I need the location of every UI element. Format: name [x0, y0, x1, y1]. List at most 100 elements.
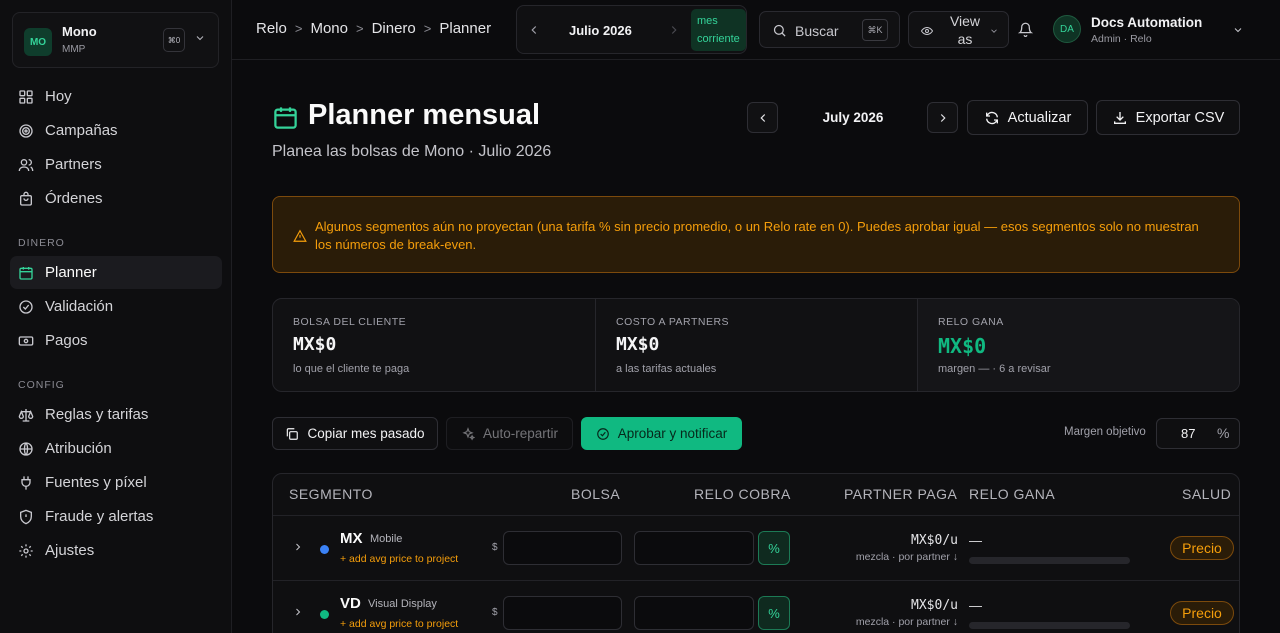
warning-text: Algunos segmentos aún no proyectan (una … — [315, 219, 1199, 252]
nav-item-hoy[interactable]: Hoy — [10, 80, 222, 113]
partner-paga-detail[interactable]: mezcla · por partner ↓ — [856, 551, 958, 563]
chevron-right-icon[interactable] — [292, 541, 304, 553]
relo-gana-value: — — [969, 598, 982, 613]
column-header: SALUD — [1182, 486, 1232, 502]
workspace-avatar: MO — [24, 28, 52, 56]
nav-label: Pagos — [45, 332, 88, 349]
search-icon — [773, 24, 786, 37]
nav-item-partners[interactable]: Partners — [10, 148, 222, 181]
nav-label: Campañas — [45, 122, 118, 139]
page-subtitle: Planea las bolsas de Mono · Julio 2026 — [272, 143, 552, 160]
eye-icon — [921, 26, 933, 36]
column-header: RELO GANA — [969, 486, 1056, 502]
view-as-select[interactable]: View as — [908, 11, 1009, 48]
user-role: Admin · Relo — [1091, 33, 1152, 45]
percent-toggle[interactable]: % — [758, 596, 790, 630]
current-month-line1: mes — [697, 15, 718, 27]
view-as-label: View as — [945, 12, 985, 48]
workspace-name: Mono — [62, 24, 97, 39]
relo-cobra-input[interactable] — [634, 531, 754, 565]
add-avg-price-link[interactable]: + add avg price to project — [340, 553, 458, 565]
relo-gana-value: — — [969, 533, 982, 548]
segment-color-dot — [320, 610, 329, 619]
bell-icon[interactable] — [1018, 22, 1033, 37]
nav-item-reglas[interactable]: Reglas y tarifas — [10, 398, 222, 431]
percent-toggle[interactable]: % — [758, 531, 790, 565]
chevron-left-icon[interactable] — [527, 23, 541, 37]
stat-label: BOLSA DEL CLIENTE — [293, 316, 407, 328]
export-label: Exportar CSV — [1135, 109, 1225, 126]
nav-item-atribucion[interactable]: Atribución — [10, 432, 222, 465]
add-avg-price-link[interactable]: + add avg price to project — [340, 618, 458, 630]
column-header: PARTNER PAGA — [844, 486, 958, 502]
calendar-icon — [19, 266, 33, 280]
nav-item-pagos[interactable]: Pagos — [10, 324, 222, 357]
partner-paga-detail[interactable]: mezcla · por partner ↓ — [856, 616, 958, 628]
nav-item-campanas[interactable]: Campañas — [10, 114, 222, 147]
bolsa-input[interactable] — [503, 596, 622, 630]
search-button[interactable]: Buscar ⌘K — [759, 11, 900, 48]
user-name: Docs Automation — [1091, 15, 1203, 30]
shield-alert-icon — [20, 509, 32, 524]
stat-costo-partners: COSTO A PARTNERS MX$0 a las tarifas actu… — [596, 299, 918, 391]
breadcrumb-item[interactable]: Dinero — [372, 20, 416, 37]
page-title: Planner mensual — [308, 99, 541, 131]
chevron-right-icon[interactable] — [667, 23, 681, 37]
workspace-shortcut: ⌘0 — [163, 28, 185, 52]
relo-cobra-input[interactable] — [634, 596, 754, 630]
plug-icon — [21, 475, 31, 490]
segment-name: Visual Display — [368, 598, 437, 610]
copy-last-month-button[interactable]: Copiar mes pasado — [272, 417, 438, 450]
check-circle-icon — [596, 427, 609, 440]
warning-banner: Algunos segmentos aún no proyectan (una … — [272, 196, 1240, 273]
next-period-button[interactable] — [927, 102, 958, 133]
nav-item-ordenes[interactable]: Órdenes — [10, 182, 222, 215]
refresh-button[interactable]: Actualizar — [967, 100, 1088, 135]
segments-table: SEGMENTO BOLSA RELO COBRA PARTNER PAGA R… — [272, 473, 1240, 633]
stat-label: RELO GANA — [938, 316, 1004, 328]
nav-item-planner[interactable]: Planner — [10, 256, 222, 289]
segment-code: MX — [340, 530, 363, 547]
approve-notify-button[interactable]: Aprobar y notificar — [581, 417, 742, 450]
chevron-right-icon[interactable] — [292, 606, 304, 618]
refresh-icon — [985, 111, 998, 124]
nav-item-ajustes[interactable]: Ajustes — [10, 534, 222, 567]
nav-label: Reglas y tarifas — [45, 406, 149, 423]
prev-period-button[interactable] — [747, 102, 778, 133]
nav-section-config: CONFIG — [18, 379, 65, 391]
current-month-button[interactable]: mes corriente — [691, 9, 746, 51]
month-label: Julio 2026 — [569, 23, 632, 38]
workspace-switcher[interactable]: MO Mono MMP ⌘0 — [12, 12, 219, 68]
search-label: Buscar — [795, 23, 839, 39]
nav-label: Partners — [45, 156, 102, 173]
breadcrumb-item[interactable]: Mono — [310, 20, 348, 37]
avatar[interactable]: DA — [1053, 15, 1081, 43]
stat-bolsa-cliente: BOLSA DEL CLIENTE MX$0 lo que el cliente… — [273, 299, 596, 391]
stat-value: MX$0 — [938, 334, 987, 358]
stat-value: MX$0 — [616, 334, 660, 355]
nav-item-validacion[interactable]: Validación — [10, 290, 222, 323]
margin-target-input[interactable]: 87 % — [1156, 418, 1240, 449]
currency-symbol: $ — [492, 542, 498, 553]
search-shortcut: ⌘K — [862, 19, 888, 41]
margin-target-label: Margen objetivo — [1064, 426, 1146, 438]
export-csv-button[interactable]: Exportar CSV — [1096, 100, 1240, 135]
stat-hint: margen — · 6 a revisar — [938, 363, 1051, 375]
bolsa-input[interactable] — [503, 531, 622, 565]
auto-distribute-button[interactable]: Auto-repartir — [446, 417, 573, 450]
segment-name: Mobile — [370, 533, 403, 545]
chevron-down-icon[interactable] — [1232, 24, 1244, 36]
segment-color-dot — [320, 545, 329, 554]
nav-item-fraude[interactable]: Fraude y alertas — [10, 500, 222, 533]
copy-label: Copiar mes pasado — [307, 426, 425, 441]
users-icon — [18, 158, 34, 171]
stat-hint: lo que el cliente te paga — [293, 363, 410, 375]
warning-icon — [293, 229, 307, 242]
period-label: July 2026 — [822, 110, 884, 125]
chevron-right-icon: > — [355, 21, 364, 36]
breadcrumb-item[interactable]: Relo — [256, 20, 287, 37]
relo-gana-bar — [969, 557, 1130, 564]
view-as-line2: as — [957, 31, 973, 47]
margin-unit: % — [1217, 425, 1230, 441]
nav-item-fuentes[interactable]: Fuentes y píxel — [10, 466, 222, 499]
